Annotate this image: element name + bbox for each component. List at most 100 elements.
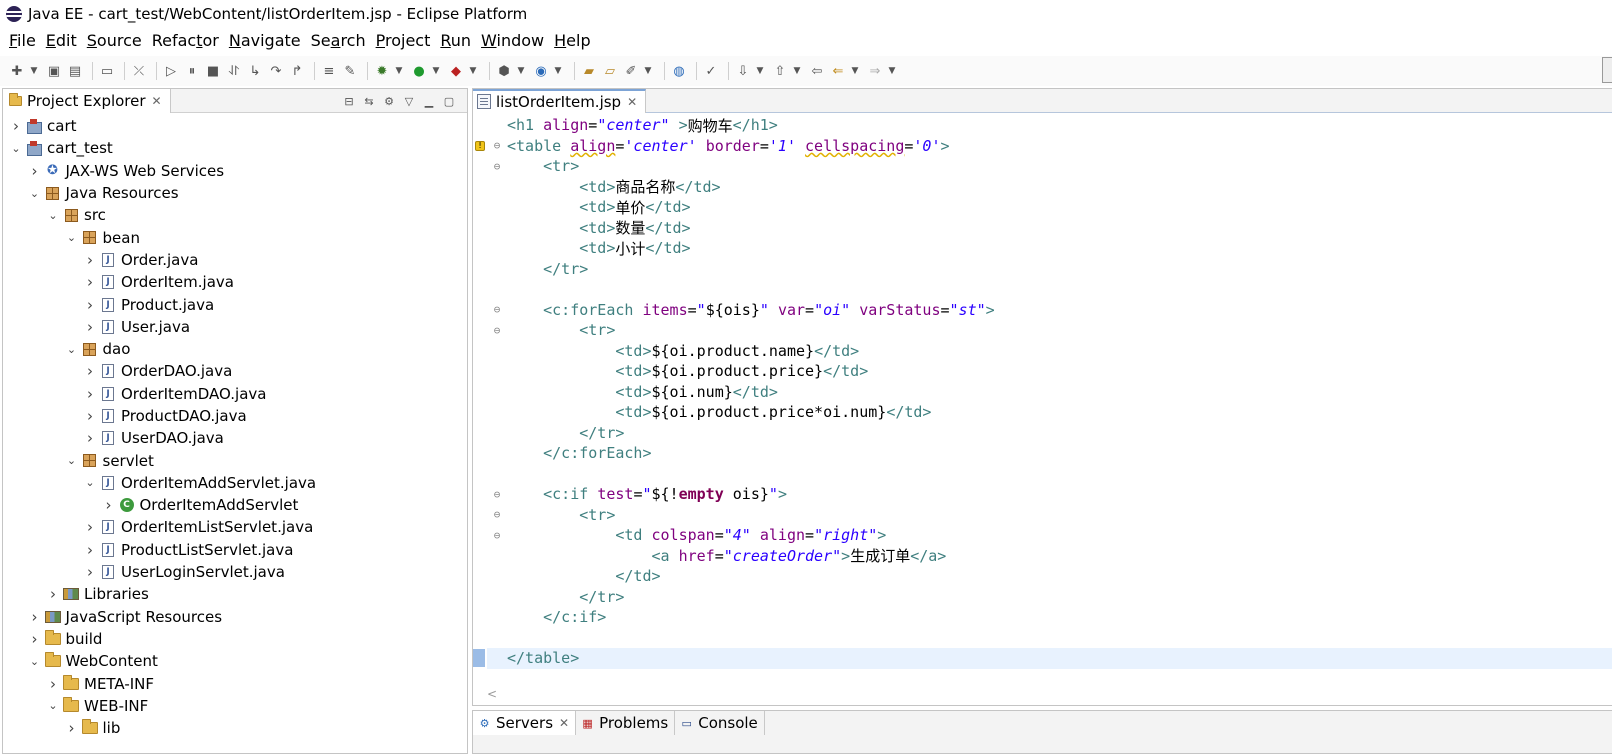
- code-line[interactable]: [487, 279, 1612, 300]
- view-menu-icon[interactable]: ▽: [399, 92, 419, 110]
- chevron-right-icon[interactable]: ›: [7, 117, 25, 135]
- forward-dropdown-icon[interactable]: ▼: [887, 62, 897, 80]
- external-tools-dropdown-icon[interactable]: ▼: [468, 62, 478, 80]
- tree-item[interactable]: › J OrderItemListServlet.java: [3, 516, 467, 538]
- external-tools-icon[interactable]: ◆: [447, 62, 465, 80]
- tree-item[interactable]: › J ProductDAO.java: [3, 405, 467, 427]
- forward-icon[interactable]: ⇒: [866, 62, 884, 80]
- chevron-right-icon[interactable]: ›: [44, 675, 62, 693]
- new-java-class-icon[interactable]: ◉: [532, 62, 550, 80]
- chevron-down-icon[interactable]: ⌄: [7, 142, 25, 155]
- code-line[interactable]: ⊖ <tr>: [487, 505, 1612, 526]
- close-icon[interactable]: ✕: [627, 95, 637, 109]
- chevron-down-icon[interactable]: ⌄: [63, 343, 81, 356]
- annotation-icon[interactable]: ✓: [702, 62, 720, 80]
- step-return-icon[interactable]: ↱: [288, 62, 306, 80]
- menu-navigate[interactable]: Navigate: [224, 31, 306, 50]
- tree-item[interactable]: ⌄ src: [3, 204, 467, 226]
- tree-item[interactable]: ⌄ dao: [3, 338, 467, 360]
- maximize-icon[interactable]: ▢: [439, 92, 459, 110]
- web-browser-icon[interactable]: ◍: [670, 62, 688, 80]
- code-line[interactable]: <td> 单价 </td>: [487, 197, 1612, 218]
- code-line[interactable]: <td> 小计 </td>: [487, 238, 1612, 259]
- chevron-right-icon[interactable]: ›: [81, 296, 99, 314]
- tree-item[interactable]: › J Product.java: [3, 293, 467, 315]
- fold-collapse-icon[interactable]: ⊖: [487, 160, 507, 173]
- new-dropdown-icon[interactable]: ▼: [29, 62, 39, 80]
- fold-collapse-icon[interactable]: ⊖: [487, 508, 507, 521]
- chevron-down-icon[interactable]: ⌄: [26, 655, 44, 668]
- code-line[interactable]: </c:forEach>: [487, 443, 1612, 464]
- chevron-down-icon[interactable]: ⌄: [26, 187, 44, 200]
- collapse-all-icon[interactable]: ⊟: [339, 92, 359, 110]
- tree-item[interactable]: › cart: [3, 115, 467, 137]
- code-line[interactable]: ⊖ <c:forEach items = " ${ois} " var = "oi" var…: [487, 300, 1612, 321]
- tree-item[interactable]: › JavaScript Resources: [3, 606, 467, 628]
- run-dropdown-icon[interactable]: ▼: [431, 62, 441, 80]
- code-line[interactable]: <td> 商品名称 </td>: [487, 177, 1612, 198]
- new-icon[interactable]: ✚: [8, 62, 26, 80]
- menu-source[interactable]: Source: [82, 31, 147, 50]
- chevron-right-icon[interactable]: ›: [26, 630, 44, 648]
- tab-servers[interactable]: ⚙ Servers ✕: [473, 711, 577, 735]
- tree-item[interactable]: › Libraries: [3, 583, 467, 605]
- chevron-right-icon[interactable]: ›: [81, 318, 99, 336]
- warning-icon[interactable]: !: [475, 140, 485, 151]
- suspend-icon[interactable]: ⏸: [183, 62, 201, 80]
- tree-item[interactable]: › J Order.java: [3, 249, 467, 271]
- code-line[interactable]: </tr>: [487, 423, 1612, 444]
- step-over-icon[interactable]: ↷: [267, 62, 285, 80]
- tree-item[interactable]: ⌄ cart_test: [3, 137, 467, 159]
- code-line[interactable]: <td> ${oi.product.name} </td>: [487, 341, 1612, 362]
- chevron-right-icon[interactable]: ›: [26, 608, 44, 626]
- close-icon[interactable]: ✕: [152, 94, 162, 108]
- code-line[interactable]: ⊖ <tr>: [487, 320, 1612, 341]
- disconnect-icon[interactable]: ⥯: [225, 62, 243, 80]
- chevron-down-icon[interactable]: ⌄: [63, 231, 81, 244]
- code-line[interactable]: ! ⊖ <table align ='center' border = '1' cells…: [475, 136, 1612, 157]
- terminate-icon[interactable]: ■: [204, 62, 222, 80]
- code-line[interactable]: <td> ${oi.num} </td>: [487, 382, 1612, 403]
- back-icon[interactable]: ⇐: [829, 62, 847, 80]
- tree-item[interactable]: ⌄ WebContent: [3, 650, 467, 672]
- tree-item[interactable]: › lib: [3, 717, 467, 739]
- open-type-icon[interactable]: ▰: [580, 62, 598, 80]
- tree-item[interactable]: › J OrderItem.java: [3, 271, 467, 293]
- skip-breakpoints-icon[interactable]: ⤫: [130, 62, 148, 80]
- run-icon[interactable]: ●: [410, 62, 428, 80]
- new-server-dropdown-icon[interactable]: ▼: [516, 62, 526, 80]
- chevron-right-icon[interactable]: ›: [81, 407, 99, 425]
- tab-project-explorer[interactable]: Project Explorer ✕: [3, 88, 171, 113]
- code-line[interactable]: </tr>: [487, 587, 1612, 608]
- debug-dropdown-icon[interactable]: ▼: [394, 62, 404, 80]
- tree-item[interactable]: ⌄ J OrderItemAddServlet.java: [3, 472, 467, 494]
- tree-item[interactable]: ⌄ WEB-INF: [3, 695, 467, 717]
- tree-item[interactable]: › J ProductListServlet.java: [3, 539, 467, 561]
- new-server-icon[interactable]: ⬢: [495, 62, 513, 80]
- menu-edit[interactable]: Edit: [41, 31, 82, 50]
- resume-icon[interactable]: ▷: [162, 62, 180, 80]
- tree-item[interactable]: ⌄ servlet: [3, 449, 467, 471]
- fold-collapse-icon[interactable]: ⊖: [487, 303, 507, 316]
- tab-console[interactable]: ▭ Console: [675, 711, 765, 735]
- menu-run[interactable]: Run: [435, 31, 476, 50]
- tree-item[interactable]: › C OrderItemAddServlet: [3, 494, 467, 516]
- debug-icon[interactable]: ✹: [373, 62, 391, 80]
- perspective-switcher[interactable]: [1602, 57, 1612, 83]
- chevron-down-icon[interactable]: ⌄: [81, 476, 99, 489]
- save-icon[interactable]: ▣: [45, 62, 63, 80]
- chevron-right-icon[interactable]: ›: [63, 719, 81, 737]
- tree-item[interactable]: › J UserDAO.java: [3, 427, 467, 449]
- menu-refactor[interactable]: Refactor: [147, 31, 224, 50]
- new-java-class-dropdown-icon[interactable]: ▼: [553, 62, 563, 80]
- next-annotation-icon[interactable]: ⇩: [734, 62, 752, 80]
- code-line[interactable]: </c:if>: [487, 607, 1612, 628]
- chevron-right-icon[interactable]: ›: [44, 585, 62, 603]
- tree-item[interactable]: › ✪ JAX-WS Web Services: [3, 160, 467, 182]
- step-into-icon[interactable]: ↳: [246, 62, 264, 80]
- next-annotation-dropdown-icon[interactable]: ▼: [755, 62, 765, 80]
- chevron-right-icon[interactable]: ›: [81, 273, 99, 291]
- back-dropdown-icon[interactable]: ▼: [850, 62, 860, 80]
- menu-file[interactable]: File: [4, 31, 41, 50]
- search-icon[interactable]: ✐: [622, 62, 640, 80]
